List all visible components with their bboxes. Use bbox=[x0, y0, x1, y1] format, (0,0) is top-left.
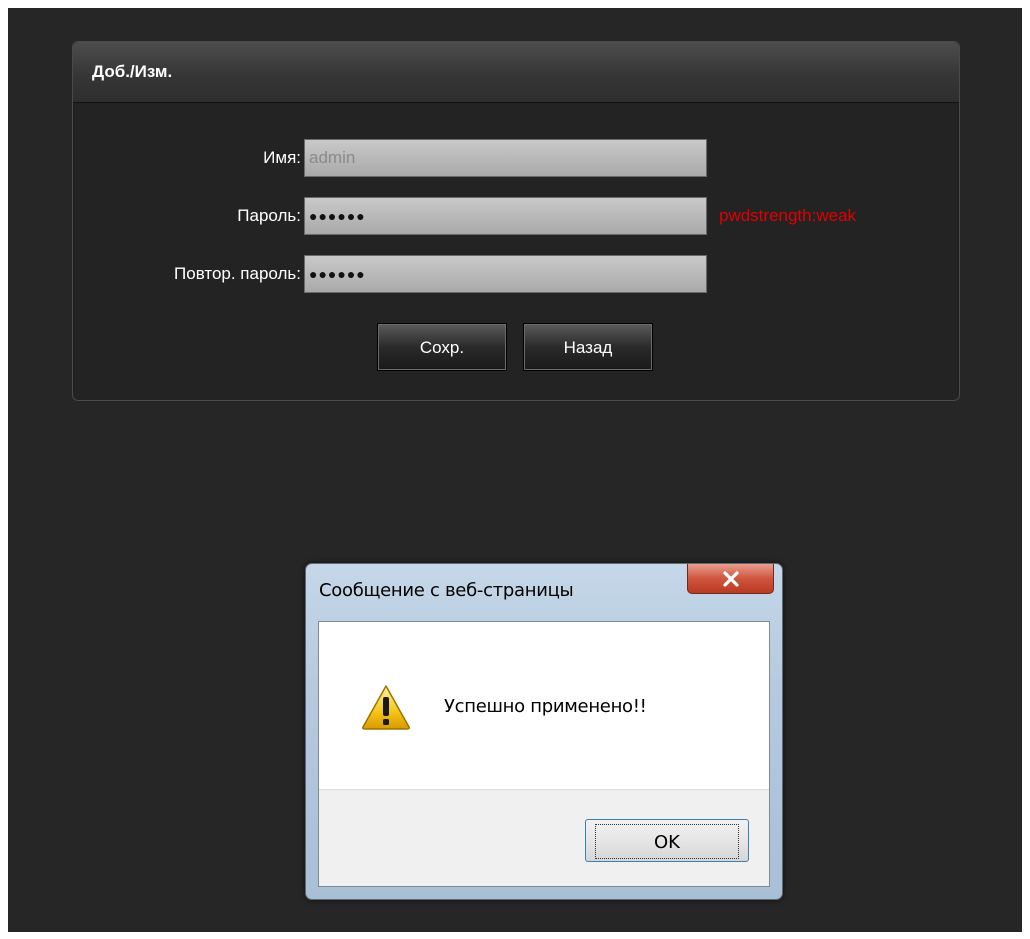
ok-button[interactable]: OK bbox=[585, 819, 749, 862]
page-background: Доб./Изм. Имя: Пароль: pwdstrength:weak … bbox=[8, 8, 1022, 932]
message-dialog: Сообщение с веб-страницы Успешно примене… bbox=[305, 563, 783, 900]
add-edit-panel: Доб./Изм. Имя: Пароль: pwdstrength:weak … bbox=[72, 41, 960, 401]
panel-title: Доб./Изм. bbox=[73, 42, 959, 103]
close-button[interactable] bbox=[687, 564, 774, 594]
back-button[interactable]: Назад bbox=[523, 323, 653, 371]
ok-button-label: OK bbox=[595, 824, 739, 859]
repeat-password-row: Повтор. пароль: bbox=[73, 255, 959, 293]
save-button[interactable]: Сохр. bbox=[377, 323, 507, 371]
repeat-password-label: Повтор. пароль: bbox=[174, 264, 301, 283]
repeat-password-input[interactable] bbox=[304, 255, 707, 293]
name-input[interactable] bbox=[304, 139, 707, 177]
name-label: Имя: bbox=[263, 148, 301, 167]
password-row: Пароль: pwdstrength:weak bbox=[73, 197, 959, 235]
dialog-body: Успешно применено!! OK bbox=[318, 621, 770, 887]
name-row: Имя: bbox=[73, 139, 959, 177]
dialog-message: Успешно применено!! bbox=[444, 696, 647, 717]
dialog-title: Сообщение с веб-страницы bbox=[319, 580, 574, 601]
warning-icon bbox=[362, 685, 410, 730]
close-icon bbox=[723, 571, 739, 587]
password-label: Пароль: bbox=[237, 206, 301, 225]
password-input[interactable] bbox=[304, 197, 707, 235]
password-strength-text: pwdstrength:weak bbox=[719, 206, 857, 225]
